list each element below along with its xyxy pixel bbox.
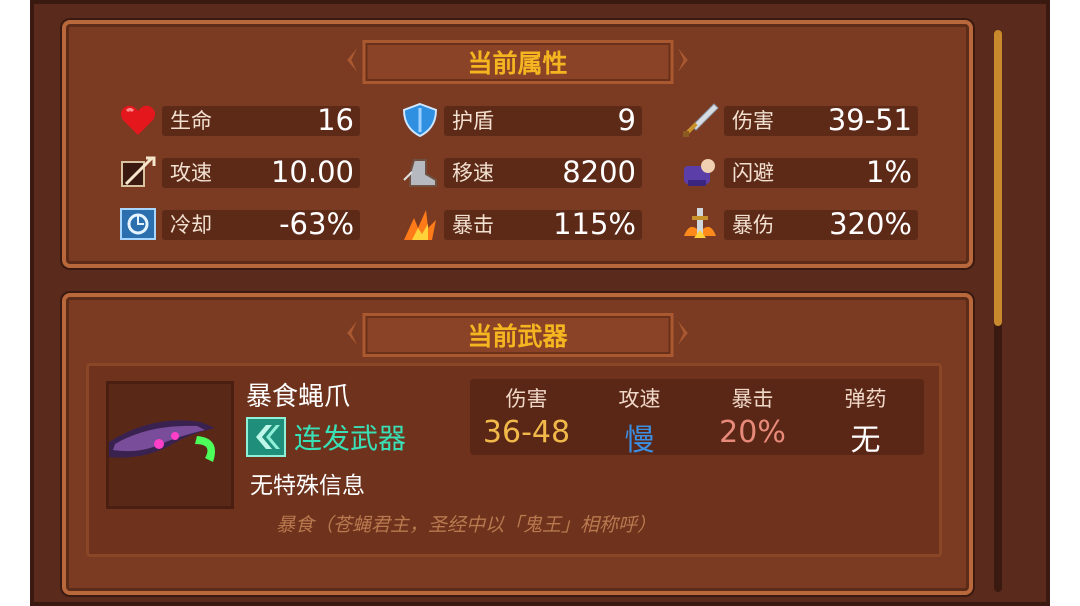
stat-sword: 伤害 39-51 [680, 102, 918, 138]
burst-weapon-icon [246, 417, 286, 457]
crit-damage-icon [680, 206, 720, 242]
left-edge [0, 0, 30, 606]
heart-icon [118, 102, 158, 138]
weapon-flavor-text: 暴食（苍蝇君主，圣经中以「鬼王」相称呼） [276, 514, 657, 536]
boot-icon [400, 154, 440, 190]
weapon-stat-value: 36-48 [482, 415, 571, 450]
right-edge [1050, 0, 1080, 606]
weapon-stats-box: 伤害 36-48 攻速 慢 暴击 20% 弹药 无 [470, 379, 924, 458]
dodge-icon [680, 154, 720, 190]
fly-claw-weapon-icon [99, 420, 215, 462]
stat-cooldown: 冷却 -63% [118, 206, 360, 242]
stat-value: -63% [279, 207, 354, 241]
stat-label: 生命 [170, 109, 212, 133]
attributes-banner: 当前属性 [347, 40, 688, 84]
stat-value: 10.00 [270, 155, 354, 189]
weapon-stat-value: 无 [850, 423, 881, 458]
stat-label: 暴击 [452, 213, 494, 237]
attack-speed-icon [118, 154, 158, 190]
shield-icon [400, 102, 440, 138]
stat-heart: 生命 16 [118, 102, 360, 138]
stat-boot: 移速 8200 [400, 154, 642, 190]
stat-value: 1% [865, 155, 912, 189]
scrollbar-thumb[interactable] [994, 30, 1002, 326]
sword-icon [680, 102, 720, 138]
weapon-note: 无特殊信息 [250, 473, 365, 499]
cooldown-icon [118, 206, 158, 242]
stat-label: 伤害 [732, 109, 774, 133]
weapon-stat-label: 暴击 [731, 387, 774, 411]
weapon-stat-label: 弹药 [844, 387, 887, 411]
weapon-stat-label: 攻速 [618, 387, 661, 411]
stat-label: 移速 [452, 161, 494, 185]
weapon-type: 连发武器 [294, 422, 407, 455]
stat-dodge: 闪避 1% [680, 154, 918, 190]
stat-label: 闪避 [732, 161, 774, 185]
stat-value: 9 [617, 103, 636, 137]
weapon-stat-value: 慢 [624, 423, 655, 458]
stat-crit-damage: 暴伤 320% [680, 206, 918, 242]
weapon-stat-value: 20% [719, 415, 786, 450]
weapon-title: 当前武器 [467, 322, 568, 351]
stat-shield: 护盾 9 [400, 102, 642, 138]
weapon-stat-crit: 暴击 20% [696, 379, 809, 450]
crit-icon [400, 206, 440, 242]
stat-crit: 暴击 115% [400, 206, 642, 242]
weapon-stat-label: 伤害 [505, 387, 548, 411]
weapon-stat-speed: 攻速 慢 [583, 379, 696, 459]
stat-value: 16 [317, 103, 354, 137]
weapon-banner: 当前武器 [347, 313, 688, 357]
weapon-name: 暴食蝇爪 [246, 382, 351, 412]
weapon-slot[interactable] [99, 381, 234, 509]
stat-attack-speed: 攻速 10.00 [118, 154, 360, 190]
weapon-stat-ammo: 弹药 无 [809, 379, 922, 459]
stat-value: 8200 [562, 155, 636, 189]
stat-label: 攻速 [170, 161, 212, 185]
stat-value: 39-51 [827, 103, 912, 137]
stat-value: 320% [829, 207, 912, 241]
stat-label: 暴伤 [732, 213, 774, 237]
weapon-stat-damage: 伤害 36-48 [470, 379, 583, 450]
attributes-title: 当前属性 [467, 49, 568, 78]
stat-label: 护盾 [452, 109, 494, 133]
stat-label: 冷却 [170, 213, 212, 237]
stat-value: 115% [553, 207, 636, 241]
